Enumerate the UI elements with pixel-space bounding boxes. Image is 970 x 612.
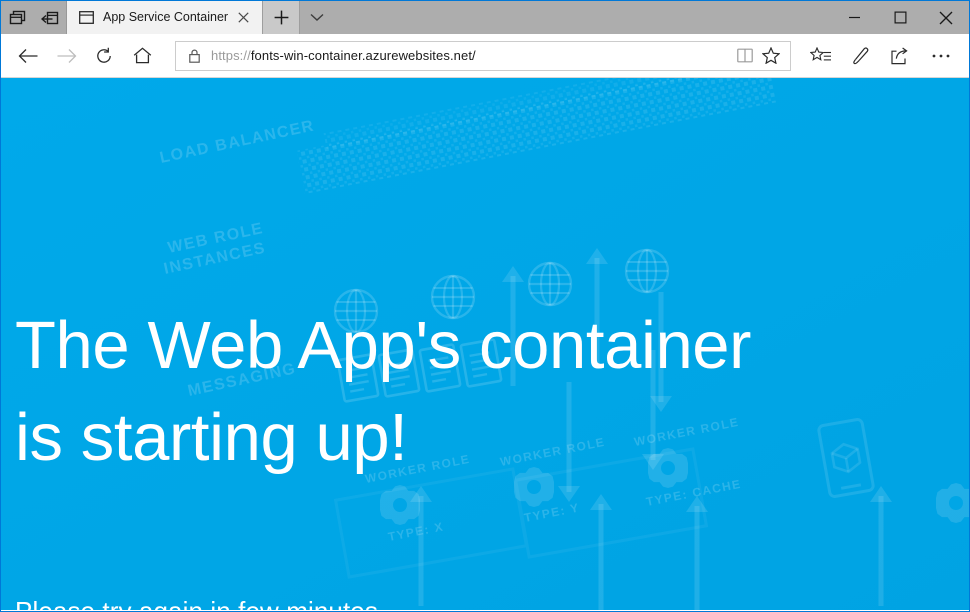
url-host: fonts-win-container.azurewebsites.net/ [251, 48, 476, 63]
star-icon [762, 47, 780, 64]
new-tab-button[interactable] [262, 1, 300, 34]
tab-tools-group [1, 1, 67, 34]
pen-icon [851, 46, 871, 65]
watermark-instances: INSTANCES [162, 240, 267, 278]
data-band-decoration [294, 78, 776, 194]
plus-icon [274, 10, 289, 25]
refresh-icon [95, 47, 113, 65]
tab-title: App Service Container [103, 1, 228, 34]
close-icon [238, 12, 249, 23]
home-button[interactable] [123, 37, 161, 75]
tab-close-button[interactable] [232, 7, 254, 29]
hub-button[interactable] [801, 37, 841, 75]
forward-button[interactable] [47, 37, 85, 75]
title-bar: App Service Container [1, 1, 969, 34]
settings-more-button[interactable] [921, 37, 961, 75]
maximize-button[interactable] [877, 1, 923, 34]
watermark-type-y: TYPE: Y [523, 500, 581, 524]
close-icon [939, 11, 953, 25]
watermark-web-role: WEB ROLE [166, 220, 265, 257]
tab-strip: App Service Container [67, 1, 831, 34]
back-arrow-icon [18, 48, 39, 64]
web-note-button[interactable] [841, 37, 881, 75]
browser-tab[interactable]: App Service Container [67, 1, 262, 34]
tabs-set-aside-button[interactable] [35, 1, 65, 34]
page-headline: The Web App's container is starting up! [15, 300, 751, 485]
forward-arrow-icon [56, 48, 77, 64]
url-text: https://fonts-win-container.azurewebsite… [211, 48, 732, 63]
lock-icon [186, 48, 202, 64]
hub-star-icon [810, 47, 832, 65]
share-button[interactable] [881, 37, 921, 75]
reading-view-icon [737, 48, 753, 63]
browser-window: App Service Container [0, 0, 970, 612]
watermark-load-balancer: LOAD BALANCER [158, 117, 316, 166]
window-controls [831, 1, 969, 34]
back-button[interactable] [9, 37, 47, 75]
ellipsis-icon [931, 53, 951, 59]
tab-menu-button[interactable] [300, 1, 334, 34]
watermark-type-x: TYPE: X [387, 519, 445, 544]
refresh-button[interactable] [85, 37, 123, 75]
minimize-icon [848, 11, 861, 24]
url-scheme: https:// [211, 48, 251, 63]
navigation-bar: https://fonts-win-container.azurewebsite… [1, 34, 969, 78]
address-bar[interactable]: https://fonts-win-container.azurewebsite… [175, 41, 791, 71]
maximize-icon [894, 11, 907, 24]
page-icon [77, 10, 95, 26]
minimize-button[interactable] [831, 1, 877, 34]
favorite-button[interactable] [758, 43, 784, 69]
home-icon [133, 47, 152, 64]
reading-view-button[interactable] [732, 43, 758, 69]
page-content-area: LOAD BALANCER WEB ROLE INSTANCES MESSAGI… [1, 78, 969, 610]
set-tabs-aside-icon [9, 10, 26, 26]
tabs-set-aside-icon [41, 10, 59, 26]
chevron-down-icon [310, 13, 324, 22]
close-button[interactable] [923, 1, 969, 34]
share-icon [891, 47, 911, 65]
browser-toolbar [801, 37, 961, 75]
set-tabs-aside-button[interactable] [2, 1, 32, 34]
page-subline: Please try again in few minutes [15, 596, 378, 610]
device-cube-icon [818, 419, 874, 498]
